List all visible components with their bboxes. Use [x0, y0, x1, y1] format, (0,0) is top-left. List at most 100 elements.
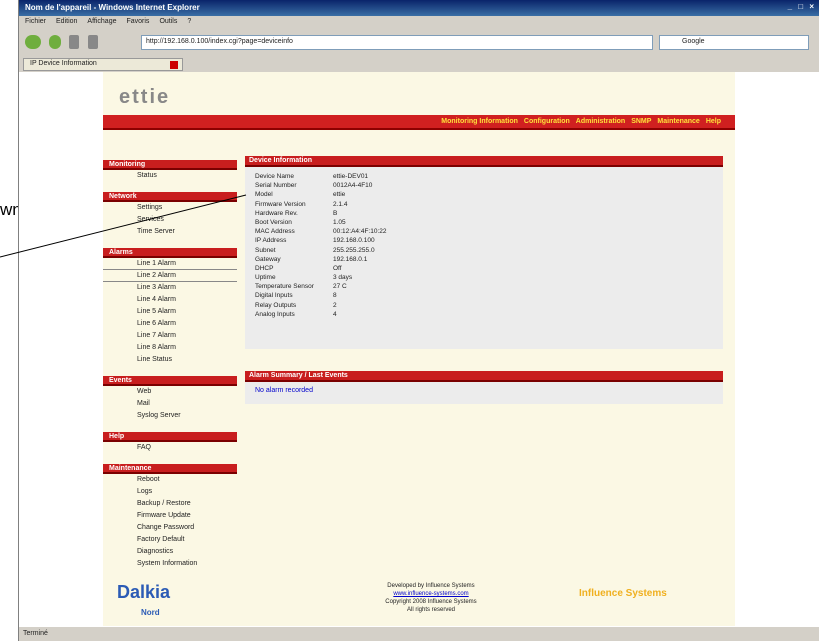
main-content: Device Information Device Name ettie-DEV0…	[245, 156, 723, 404]
device-info-value: 2	[333, 301, 337, 309]
nav-bar: http://192.168.0.100/index.cgi?page=devi…	[19, 31, 819, 55]
sidebar-section-header[interactable]: Network	[103, 192, 237, 202]
tab-label: IP Device Information	[30, 60, 97, 67]
device-info-row: Digital Inputs 8	[245, 292, 723, 301]
sidebar-section-header[interactable]: Maintenance	[103, 464, 237, 474]
sidebar: Monitoring Status Network Settings Services T…	[103, 156, 237, 576]
sidebar-item[interactable]: Line 7 Alarm	[103, 330, 237, 342]
sidebar-item[interactable]: Mail	[103, 398, 237, 410]
sidebar-item[interactable]: Factory Default	[103, 534, 237, 546]
window-title: Nom de l'appareil - Windows Internet Exp…	[25, 3, 200, 12]
device-info-value: ettie-DEV01	[333, 173, 369, 180]
top-nav-link[interactable]: Monitoring Information	[441, 118, 518, 125]
sidebar-item[interactable]: Change Password	[103, 522, 237, 534]
device-info-value: 192.168.0.100	[333, 237, 375, 245]
device-info-value: Off	[333, 264, 342, 272]
device-info-value: B	[333, 209, 338, 217]
address-bar[interactable]: http://192.168.0.100/index.cgi?page=devi…	[141, 35, 653, 50]
device-info-key: Digital Inputs	[255, 292, 293, 300]
device-info-key: Analog Inputs	[255, 310, 295, 318]
device-info-value: 255.255.255.0	[333, 246, 375, 254]
sidebar-item[interactable]: Line 5 Alarm	[103, 306, 237, 318]
device-info-key: Temperature Sensor	[255, 283, 314, 291]
sidebar-section-header[interactable]: Alarms	[103, 248, 237, 258]
tab-active[interactable]: IP Device Information	[23, 58, 183, 71]
title-bar: Nom de l'appareil - Windows Internet Exp…	[19, 0, 819, 16]
alarm-panel: Alarm Summary / Last Events No alarm rec…	[245, 371, 723, 404]
site-logo: ettie	[119, 86, 171, 108]
sidebar-item[interactable]: Status	[103, 170, 237, 182]
sidebar-item[interactable]: Line 6 Alarm	[103, 318, 237, 330]
device-info-value: 27 C	[333, 283, 347, 291]
menu-item[interactable]: ?	[187, 18, 191, 25]
browser-window: Nom de l'appareil - Windows Internet Exp…	[18, 0, 819, 641]
device-info-title: Device Information	[245, 156, 723, 167]
sidebar-item[interactable]: Reboot	[103, 474, 237, 486]
footer-line-2: Copyright 2008 Influence Systems	[385, 599, 477, 605]
sidebar-item[interactable]: Web	[103, 386, 237, 398]
device-info-key: Serial Number	[255, 182, 297, 190]
sidebar-section-header[interactable]: Help	[103, 432, 237, 442]
refresh-button[interactable]	[69, 35, 80, 49]
sidebar-item[interactable]: Line 1 Alarm	[103, 258, 237, 270]
menu-item[interactable]: Favoris	[126, 18, 149, 25]
top-nav-link[interactable]: SNMP	[631, 118, 651, 125]
forward-button[interactable]	[49, 35, 62, 49]
sidebar-item[interactable]: Line 3 Alarm	[103, 282, 237, 294]
search-input[interactable]: Google	[659, 35, 809, 50]
device-info-value: 4	[333, 310, 337, 318]
sidebar-item[interactable]: Firmware Update	[103, 510, 237, 522]
device-info-key: Boot Version	[255, 218, 292, 226]
top-nav-link[interactable]: Help	[706, 118, 721, 125]
sidebar-item[interactable]: Services	[103, 214, 237, 226]
top-nav-link[interactable]: Maintenance	[657, 118, 699, 125]
sidebar-section-header[interactable]: Events	[103, 376, 237, 386]
device-info-row: MAC Address 00:12:A4:4F:10:22	[245, 228, 723, 237]
sidebar-item[interactable]: Diagnostics	[103, 546, 237, 558]
dalkia-sub: Nord	[141, 608, 160, 617]
status-bar: Terminé	[19, 626, 819, 641]
top-nav: Monitoring Information Configuration Admin…	[435, 118, 721, 125]
device-info-key: Uptime	[255, 274, 276, 282]
top-nav-bar: Monitoring Information Configuration Admin…	[103, 115, 735, 130]
influence-logo: Influence Systems	[579, 588, 667, 599]
sidebar-item[interactable]: Settings	[103, 202, 237, 214]
sidebar-item[interactable]: FAQ	[103, 442, 237, 454]
footer-line-3: All rights reserved	[406, 607, 456, 613]
sidebar-item[interactable]: Line Status	[103, 354, 237, 366]
sidebar-item[interactable]: Line 8 Alarm	[103, 342, 237, 354]
alarm-panel-title: Alarm Summary / Last Events	[245, 371, 723, 382]
top-nav-link[interactable]: Administration	[576, 118, 625, 125]
footer-link[interactable]: www.influence-systems.com	[393, 591, 468, 597]
footer-line-1: Developed by Influence Systems	[387, 583, 475, 589]
device-info-key: Gateway	[255, 255, 281, 263]
window-controls[interactable]: _ □ ×	[788, 2, 816, 11]
tab-close-icon[interactable]	[170, 61, 178, 69]
stop-button[interactable]	[87, 35, 98, 49]
device-info-row: Hardware Rev. B	[245, 210, 723, 219]
device-info-key: Device Name	[255, 173, 295, 180]
sidebar-section-header[interactable]: Monitoring	[103, 160, 237, 170]
top-nav-link[interactable]: Configuration	[524, 118, 570, 125]
device-info-row: DHCP Off	[245, 265, 723, 274]
device-info-panel: Device Information Device Name ettie-DEV0…	[245, 156, 723, 349]
back-button[interactable]	[25, 35, 41, 49]
sidebar-item[interactable]: Line 4 Alarm	[103, 294, 237, 306]
sidebar-item[interactable]: Backup / Restore	[103, 498, 237, 510]
sidebar-item[interactable]: Logs	[103, 486, 237, 498]
device-info-row: Boot Version 1.05	[245, 219, 723, 228]
menu-item[interactable]: Outils	[159, 18, 177, 25]
alarm-link[interactable]: No alarm recorded	[255, 387, 313, 394]
menu-item[interactable]: Fichier	[25, 18, 46, 25]
device-info-value: 192.168.0.1	[333, 255, 368, 263]
alarm-panel-body: No alarm recorded	[245, 382, 723, 404]
device-info-value: 00:12:A4:4F:10:22	[333, 228, 387, 236]
page-viewport: ettie Monitoring Information Configuratio…	[19, 72, 819, 626]
sidebar-item[interactable]: Syslog Server	[103, 410, 237, 422]
menu-item[interactable]: Edition	[56, 18, 77, 25]
sidebar-item[interactable]: Time Server	[103, 226, 237, 238]
device-info-key: MAC Address	[255, 228, 295, 236]
menu-item[interactable]: Affichage	[87, 18, 116, 25]
sidebar-item[interactable]: Line 2 Alarm	[103, 270, 237, 282]
sidebar-item[interactable]: System Information	[103, 558, 237, 570]
